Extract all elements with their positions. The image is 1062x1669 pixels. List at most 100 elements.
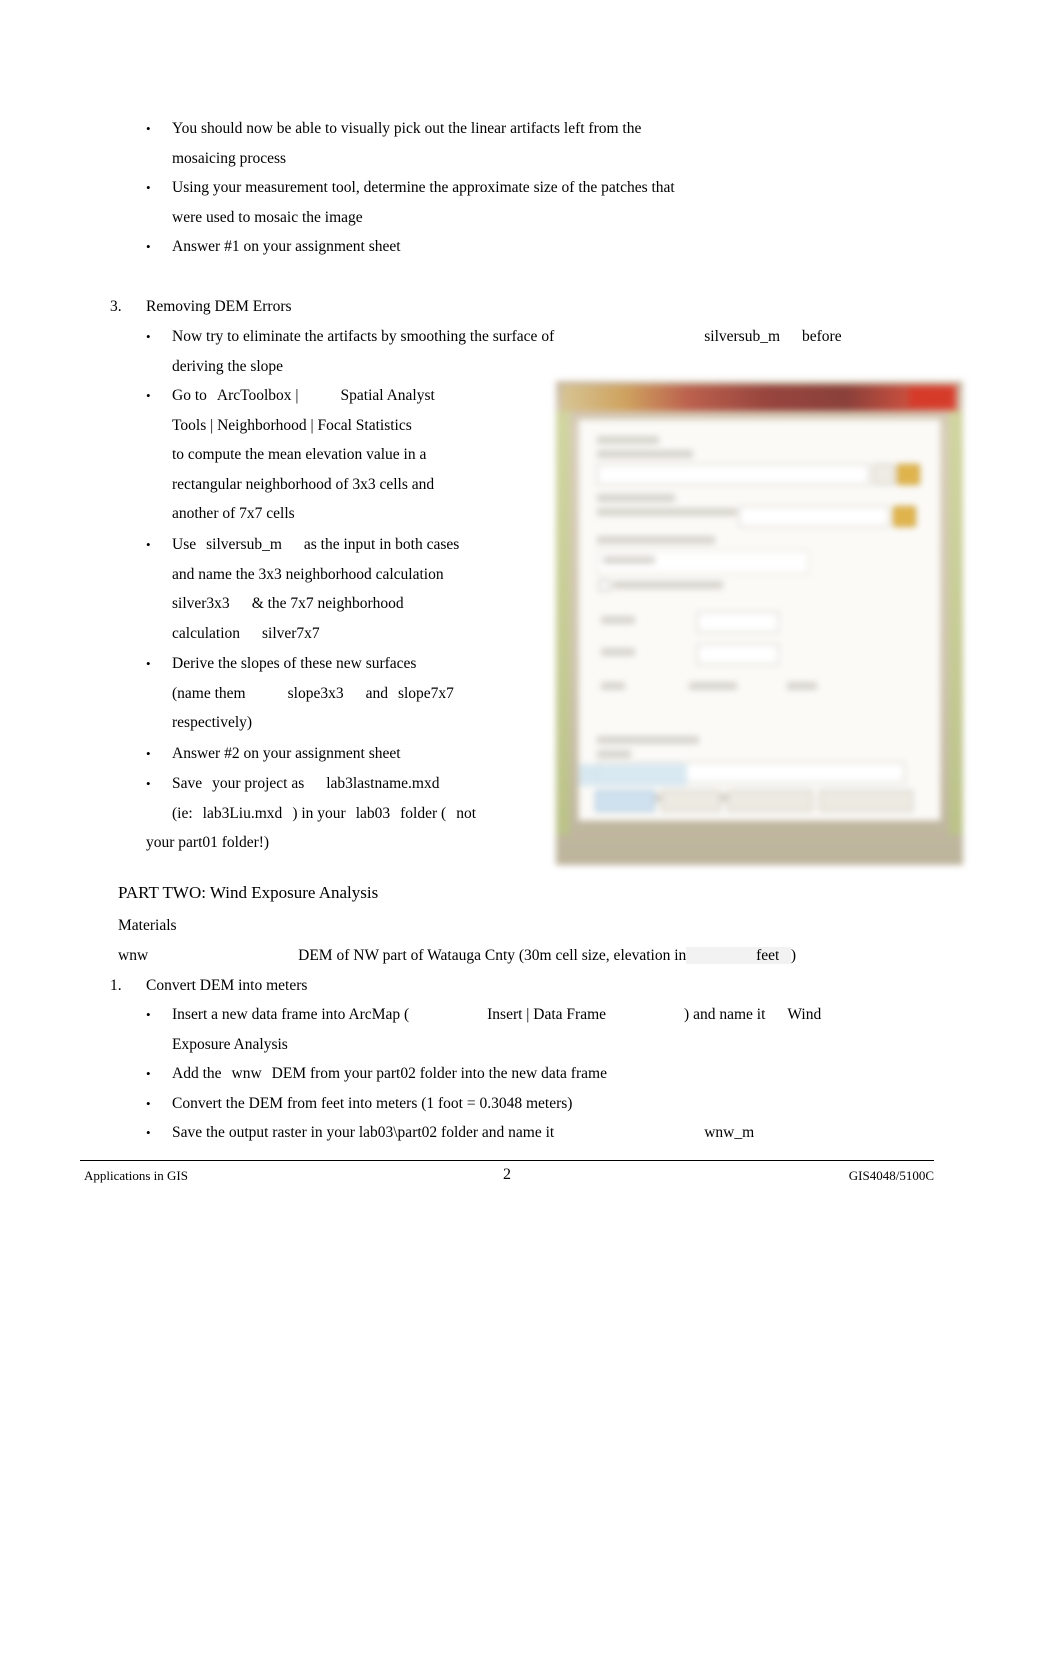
list-item-line-1: You should now be able to visually pick … [172, 120, 642, 137]
bullet-text-pre: Now try to eliminate the artifacts by sm… [172, 328, 555, 345]
filename-lab3liu: lab3Liu.mxd [202, 804, 283, 822]
use-label: Use [172, 536, 197, 553]
bullet-icon: • [146, 388, 151, 403]
and-label: and [365, 684, 388, 702]
section-title: Removing DEM Errors [146, 298, 292, 315]
list-item: • Use silversub_m as the input in both cas… [110, 530, 550, 560]
bullet-text-post: before [802, 328, 842, 345]
page-section-title: PART TWO: Wind Exposure Analysis [118, 883, 379, 902]
list-item-continuation: your part01 folder!) [110, 828, 570, 858]
document-page: • You should now be able to visually pic… [0, 0, 1062, 1669]
materials-label: Materials [118, 911, 908, 941]
raster-name-silver3x3: silver3x3 [172, 595, 230, 612]
list-item-continuation: and name the 3x3 neighborhood calculatio… [110, 560, 550, 590]
list-item-continuation: rectangular neighborhood of 3x3 cells an… [110, 470, 550, 500]
list-item: • You should now be able to visually pic… [110, 114, 900, 144]
calculation-label: calculation [172, 624, 240, 642]
step-1-heading: 1. Convert DEM into meters [110, 971, 900, 1001]
bullet-icon: • [146, 121, 151, 136]
raster-name-silversub: silversub_m [704, 328, 781, 345]
raster-name-slope3x3: slope3x3 [287, 684, 344, 702]
add-the-label: Add the [172, 1065, 222, 1082]
bullet-text-line-3: & the 7x7 neighborhood [251, 595, 404, 612]
top-bullet-list: • You should now be able to visually pic… [110, 114, 900, 262]
list-item-continuation: mosaicing process [110, 144, 900, 174]
list-item: • Convert the DEM from feet into meters … [110, 1089, 900, 1119]
bullet-text-post: DEM from your part02 folder into the new… [271, 1065, 607, 1082]
section-3-heading: 3. Removing DEM Errors [110, 292, 900, 322]
section-title: Convert DEM into meters [146, 977, 308, 994]
folder-lab03: lab03 [355, 804, 391, 822]
bullet-icon: • [146, 239, 151, 254]
menu-path-spatial-analyst: Spatial Analyst [340, 387, 435, 404]
list-number: 1. [110, 977, 122, 994]
list-item-continuation: calculation silver7x7 [110, 619, 550, 649]
bullet-text-pre: Insert a new data frame into ArcMap ( [172, 1006, 410, 1023]
bullet-text-line-1: Convert the DEM from feet into meters (1… [172, 1094, 573, 1112]
in-your-label: ) in your [292, 804, 346, 822]
bullet-icon: • [146, 537, 151, 552]
list-item-continuation: another of 7x7 cells [110, 499, 550, 529]
list-number: 3. [110, 298, 122, 315]
raster-name-wnw-m: wnw_m [704, 1124, 755, 1141]
bullet-icon: • [146, 1125, 151, 1140]
highlight-gap [686, 947, 757, 964]
bullet-icon: • [146, 656, 151, 671]
list-item-continuation: Tools | Neighborhood | Focal Statistics [110, 411, 550, 441]
list-item-line-2: mosaicing process [172, 149, 287, 167]
list-item-continuation: Exposure Analysis [110, 1030, 900, 1060]
bullet-icon: • [146, 746, 151, 761]
bullet-text-line-4: rectangular neighborhood of 3x3 cells an… [172, 475, 435, 493]
list-item: • Answer #2 on your assignment sheet [110, 739, 550, 769]
bullet-text-pre: Save the output raster in your lab03\par… [172, 1124, 555, 1141]
section-3-bullet-3: • Use silversub_m as the input in both cas… [110, 530, 550, 648]
list-item-continuation: were used to mosaic the image [110, 203, 900, 233]
menu-path-insert-data-frame: Insert | Data Frame [487, 1006, 607, 1023]
list-item: • Now try to eliminate the artifacts by … [110, 322, 900, 352]
materials-entry: wnw DEM of NW part of Watauga Cnty (30m c… [118, 941, 908, 971]
list-item-continuation: deriving the slope [110, 352, 900, 382]
materials-row: wnw DEM of NW part of Watauga Cnty (30m c… [118, 941, 908, 971]
frame-name-wind: Wind [787, 1006, 822, 1023]
bullet-text-line-5: another of 7x7 cells [172, 505, 295, 522]
materials-heading: Materials [118, 917, 177, 934]
numbered-item: 1. Convert DEM into meters [110, 971, 900, 1001]
goto-label: Go to [172, 387, 207, 404]
not-emphasis: not [456, 804, 476, 822]
highlight-tail [779, 947, 791, 964]
section-3-bullet-5: • Answer #2 on your assignment sheet [110, 739, 550, 769]
list-item: • Save your project as lab3lastname.mxd [110, 769, 570, 799]
bullet-icon: • [146, 1007, 151, 1022]
numbered-item: 3. Removing DEM Errors [110, 292, 900, 322]
bullet-text-line-3: your part01 folder!) [146, 834, 270, 851]
list-item-line-1: Answer #1 on your assignment sheet [172, 238, 401, 255]
list-item-continuation: to compute the mean elevation value in a [110, 440, 550, 470]
list-item: • Go to ArcToolbox | Spatial Analyst [110, 381, 550, 411]
document-content: • You should now be able to visually pic… [0, 0, 1062, 1669]
bullet-text-line-1: Answer #2 on your assignment sheet [172, 745, 401, 762]
list-item: • Add the wnw DEM from your part02 folder … [110, 1059, 900, 1089]
bullet-icon: • [146, 1066, 151, 1081]
bullet-icon: • [146, 180, 151, 195]
frame-name-exposure-analysis: Exposure Analysis [172, 1035, 288, 1053]
save-label: Save [172, 775, 203, 792]
bullet-icon: • [146, 776, 151, 791]
footer-course-code: GIS4048/5100C [848, 1168, 934, 1183]
filename-lab3lastname: lab3lastname.mxd [326, 775, 440, 792]
ie-label: (ie: [172, 804, 193, 822]
bullet-text-line-1: Derive the slopes of these new surfaces [172, 655, 417, 672]
raster-name-slope7x7: slope7x7 [397, 684, 454, 702]
menu-path-tools: Tools | Neighborhood | Focal Statistics [172, 416, 412, 434]
list-item-continuation: respectively) [110, 708, 550, 738]
list-item: • Insert a new data frame into ArcMap ( I… [110, 1000, 900, 1030]
bullet-text-post: as the input in both cases [303, 536, 460, 553]
list-item-continuation: silver3x3 & the 7x7 neighborhood [110, 589, 550, 619]
list-item-line-1: Using your measurement tool, determine t… [172, 179, 675, 196]
bullet-text-post: ) and name it [684, 1006, 766, 1023]
list-item-continuation: (ie: lab3Liu.mxd) in your lab03 folder (not [110, 799, 570, 829]
step-1-bullet-list: • Insert a new data frame into ArcMap ( I… [110, 1000, 900, 1148]
list-item: • Save the output raster in your lab03\p… [110, 1118, 900, 1148]
raster-name-silver7x7: silver7x7 [262, 624, 320, 642]
list-item: • Answer #1 on your assignment sheet [110, 232, 900, 262]
close-paren: ) [790, 947, 797, 964]
